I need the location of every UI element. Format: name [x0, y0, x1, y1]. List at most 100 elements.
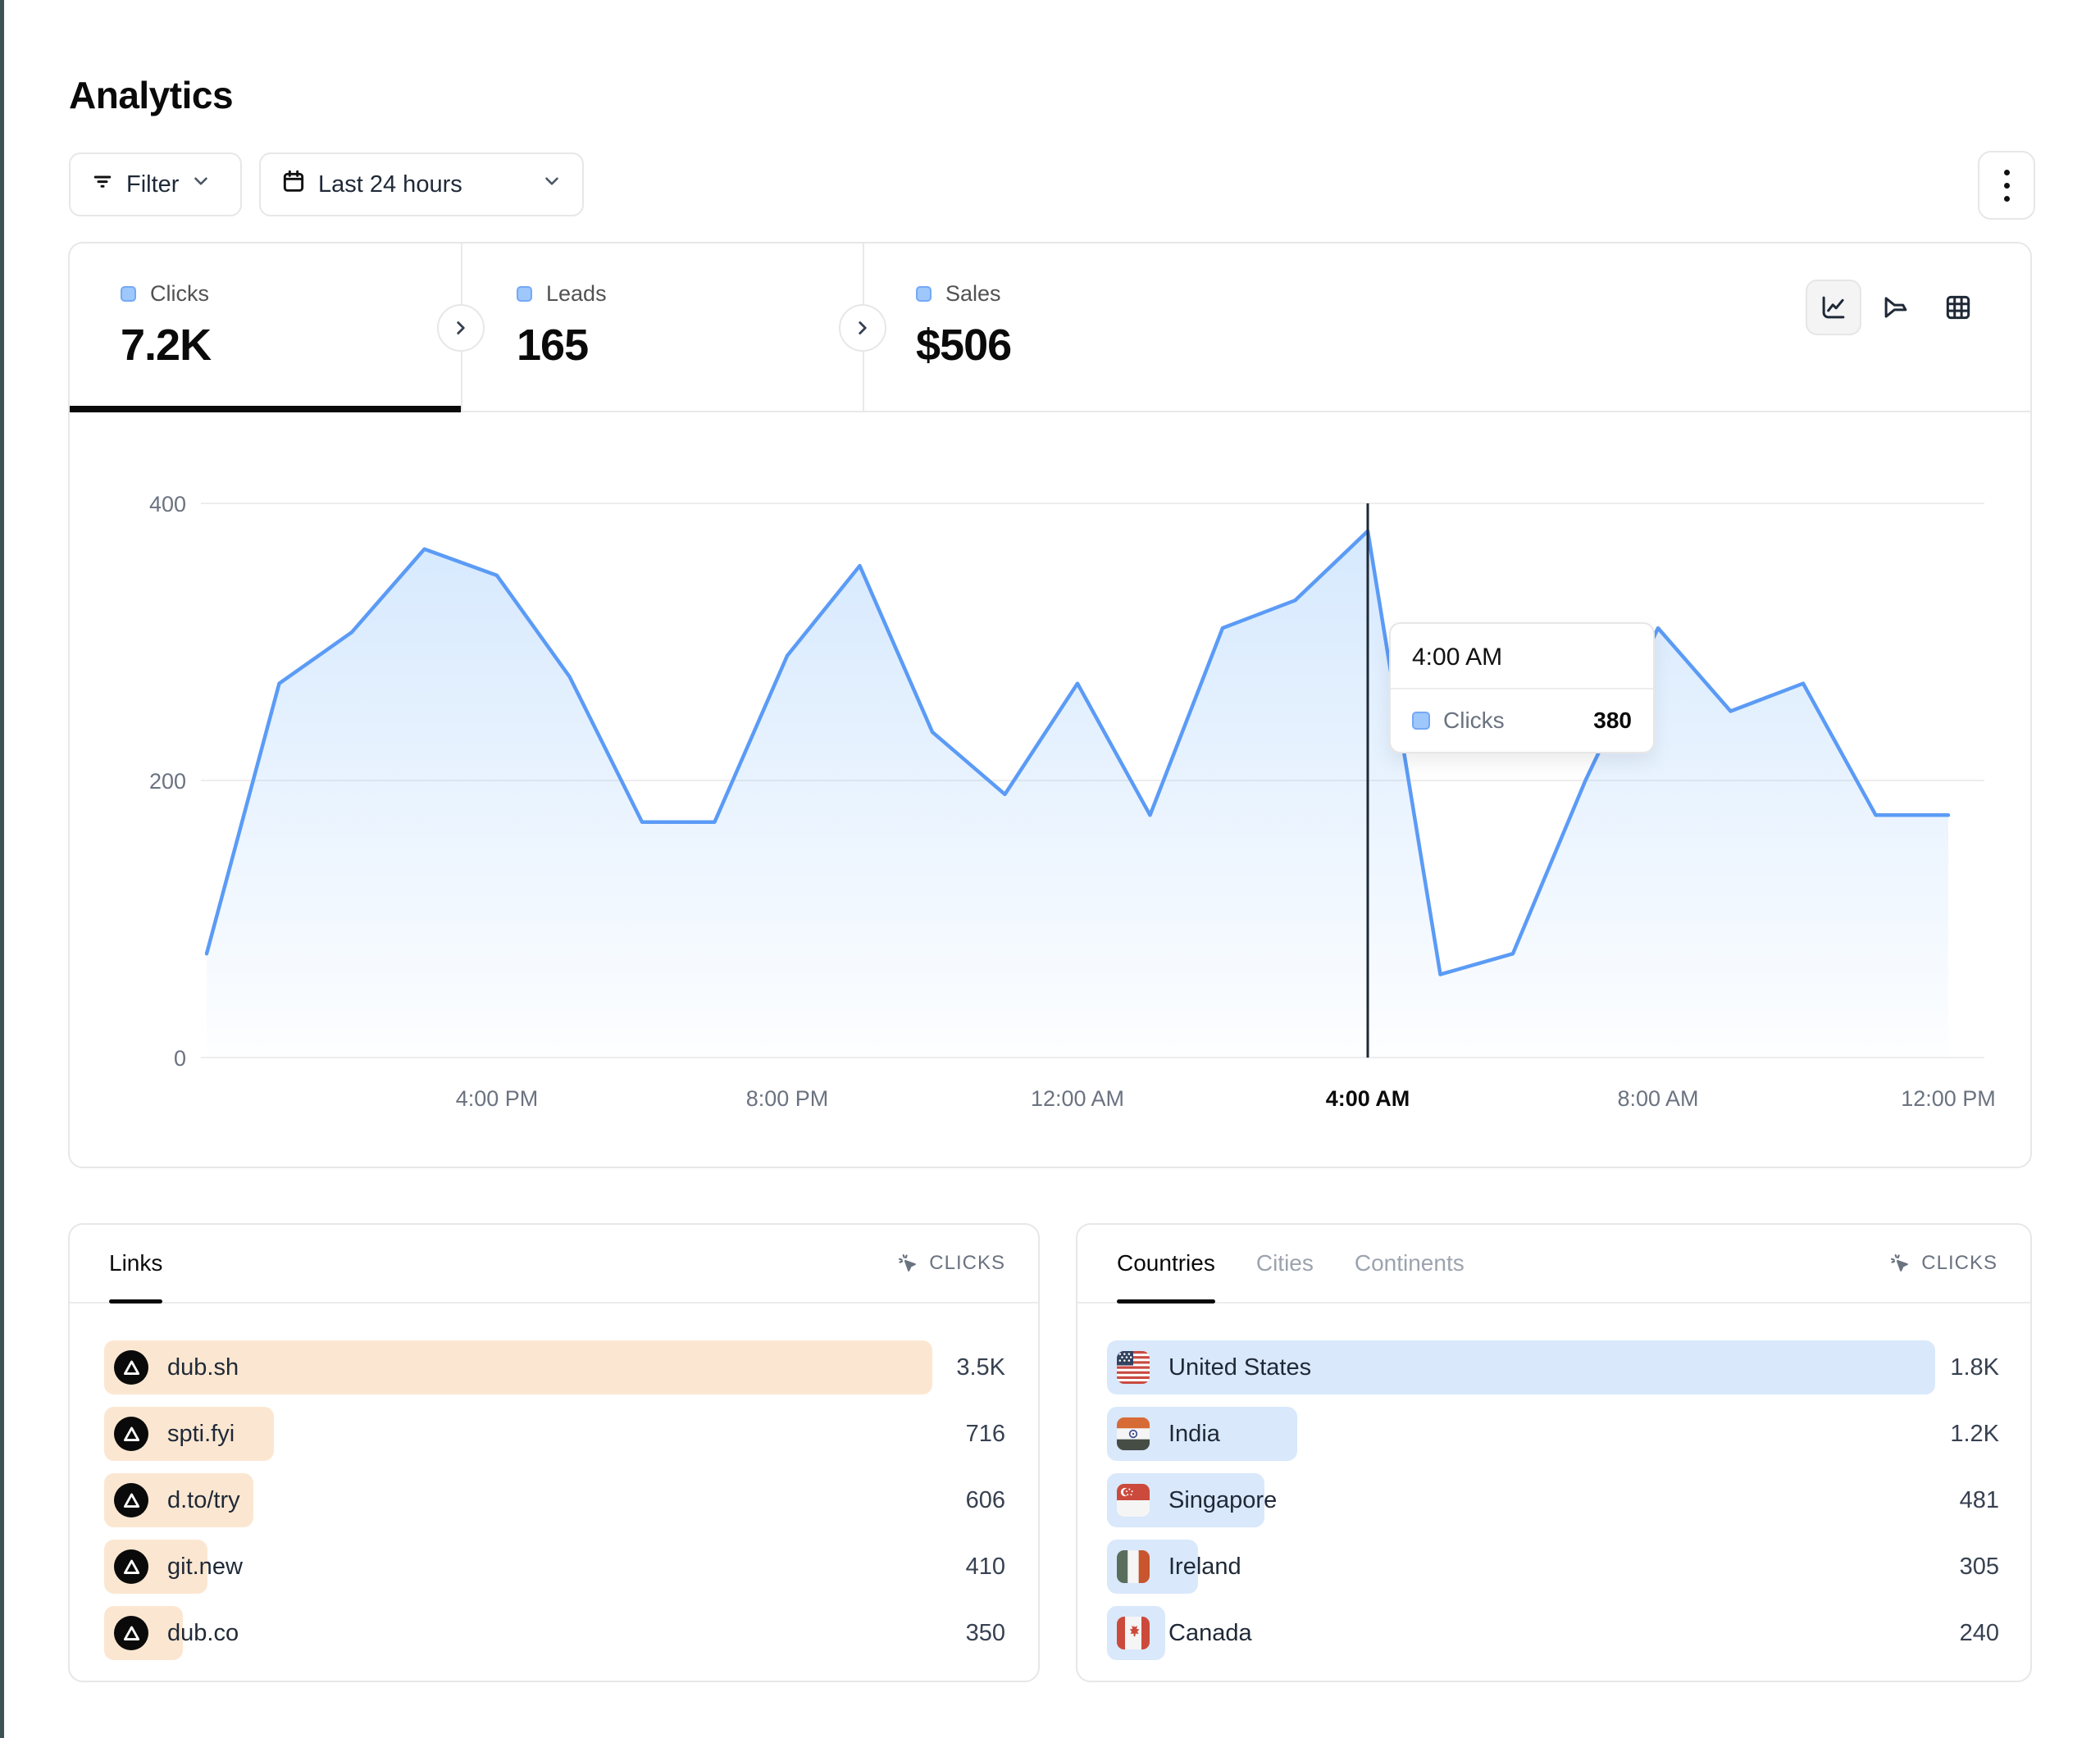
dub-logo-icon — [114, 1350, 148, 1385]
active-tab-underline — [70, 406, 461, 412]
country-flag-icon — [1117, 1617, 1150, 1649]
country-row[interactable]: United States 1.8K — [1107, 1340, 1999, 1394]
country-label: Ireland — [1168, 1554, 1241, 1581]
tab-continents[interactable]: Continents — [1355, 1225, 1465, 1302]
analytics-card: Clicks 7.2K Leads 165 Sales $506 — [68, 242, 2032, 1168]
leads-value: 165 — [517, 320, 863, 371]
link-clicks-value: 606 — [966, 1473, 1005, 1527]
y-tick-label: 0 — [174, 1046, 186, 1071]
link-clicks-value: 716 — [966, 1407, 1005, 1461]
tab-links[interactable]: Links — [109, 1225, 162, 1302]
country-row[interactable]: Singapore 481 — [1107, 1473, 1999, 1527]
dub-logo-icon — [114, 1417, 148, 1451]
country-clicks-value: 240 — [1960, 1606, 1999, 1660]
more-options-button[interactable] — [1978, 151, 2035, 220]
x-tick-label: 12:00 AM — [1031, 1086, 1124, 1111]
link-row[interactable]: dub.sh 3.5K — [104, 1340, 1005, 1394]
cursor-click-icon — [1888, 1252, 1911, 1275]
tab-countries[interactable]: Countries — [1117, 1225, 1215, 1302]
expand-clicks-button[interactable] — [437, 304, 485, 352]
x-tick-label: 8:00 AM — [1617, 1086, 1698, 1111]
country-flag-icon — [1117, 1417, 1150, 1450]
page-title: Analytics — [69, 73, 233, 117]
clicks-chart[interactable]: 0 200 400 4:00 PM 8:00 PM 12:00 AM 4:00 AM 8:00… — [70, 412, 2032, 1170]
line-chart-icon — [1818, 292, 1849, 323]
analytics-page: Analytics Filter Last 24 hours — [0, 0, 2100, 1738]
link-label: dub.sh — [167, 1354, 239, 1381]
tab-sales[interactable]: Sales $506 — [863, 243, 1289, 412]
date-range-label: Last 24 hours — [318, 171, 462, 198]
sales-label: Sales — [945, 281, 1001, 307]
country-label: India — [1168, 1421, 1220, 1448]
country-row[interactable]: Canada 240 — [1107, 1606, 1999, 1660]
leads-legend-swatch — [517, 286, 532, 302]
link-row[interactable]: d.to/try 606 — [104, 1473, 1005, 1527]
tooltip-time: 4:00 AM — [1391, 624, 1653, 688]
leads-label: Leads — [546, 281, 607, 307]
funnel-icon — [1880, 292, 1911, 323]
funnel-view-button[interactable] — [1868, 280, 1924, 335]
tab-cities[interactable]: Cities — [1256, 1225, 1314, 1302]
country-flag-icon — [1117, 1484, 1150, 1517]
chevron-down-icon — [541, 171, 563, 198]
tooltip-value: 380 — [1593, 707, 1632, 734]
country-row[interactable]: Ireland 305 — [1107, 1540, 1999, 1594]
country-flag-icon — [1117, 1351, 1150, 1384]
y-tick-label: 400 — [149, 492, 186, 516]
filter-button[interactable]: Filter — [69, 152, 242, 216]
sales-value: $506 — [916, 320, 1289, 371]
link-clicks-value: 410 — [966, 1540, 1005, 1594]
link-clicks-value: 3.5K — [956, 1340, 1005, 1394]
links-metric[interactable]: CLICKS — [896, 1252, 1005, 1275]
links-panel: Links CLICKS dub.sh 3.5K — [68, 1223, 1040, 1682]
link-row[interactable]: spti.fyi 716 — [104, 1407, 1005, 1461]
filter-button-label: Filter — [126, 171, 179, 198]
links-panel-header: Links CLICKS — [70, 1225, 1038, 1304]
countries-panel: Countries Cities Continents CLICKS Unite… — [1076, 1223, 2032, 1682]
country-label: Singapore — [1168, 1487, 1277, 1514]
dub-logo-icon — [114, 1549, 148, 1584]
link-row[interactable]: git.new 410 — [104, 1540, 1005, 1594]
link-label: d.to/try — [167, 1487, 240, 1514]
chart-tooltip: 4:00 AM Clicks 380 — [1389, 622, 1655, 753]
tab-leads[interactable]: Leads 165 — [461, 243, 863, 412]
dub-logo-icon — [114, 1483, 148, 1517]
date-range-button[interactable]: Last 24 hours — [259, 152, 584, 216]
link-label: git.new — [167, 1554, 243, 1581]
x-tick-label: 4:00 PM — [456, 1086, 539, 1111]
country-label: United States — [1168, 1354, 1311, 1381]
line-chart-view-button[interactable] — [1806, 280, 1861, 335]
link-clicks-value: 350 — [966, 1606, 1005, 1660]
country-flag-icon — [1117, 1550, 1150, 1583]
countries-list: United States 1.8K India 1.2K Singapore … — [1077, 1340, 2030, 1660]
country-clicks-value: 1.2K — [1950, 1407, 1999, 1461]
clicks-value: 7.2K — [121, 320, 461, 371]
chevron-down-icon — [190, 171, 212, 198]
tooltip-series-label: Clicks — [1443, 707, 1505, 734]
stats-row: Clicks 7.2K Leads 165 Sales $506 — [70, 243, 2030, 412]
table-grid-icon — [1943, 292, 1974, 323]
countries-metric-label: CLICKS — [1921, 1252, 1998, 1275]
x-tick-label: 8:00 PM — [746, 1086, 829, 1111]
kebab-icon — [2004, 170, 2010, 175]
links-list: dub.sh 3.5K spti.fyi 716 d.to/try 606 — [70, 1340, 1038, 1660]
clicks-legend-swatch — [1412, 712, 1430, 730]
country-clicks-value: 1.8K — [1950, 1340, 1999, 1394]
chart-view-toggle — [1806, 280, 1986, 335]
expand-leads-button[interactable] — [839, 304, 886, 352]
dub-logo-icon — [114, 1616, 148, 1650]
table-view-button[interactable] — [1930, 280, 1986, 335]
countries-panel-header: Countries Cities Continents CLICKS — [1077, 1225, 2030, 1304]
clicks-legend-swatch — [121, 286, 136, 302]
cursor-click-icon — [896, 1252, 919, 1275]
tab-clicks[interactable]: Clicks 7.2K — [70, 243, 461, 412]
x-tick-label: 4:00 AM — [1326, 1086, 1410, 1111]
country-clicks-value: 481 — [1960, 1473, 1999, 1527]
links-metric-label: CLICKS — [929, 1252, 1005, 1275]
country-row[interactable]: India 1.2K — [1107, 1407, 1999, 1461]
calendar-icon — [280, 168, 307, 201]
x-tick-label: 12:00 PM — [1901, 1086, 1996, 1111]
link-row[interactable]: dub.co 350 — [104, 1606, 1005, 1660]
countries-metric[interactable]: CLICKS — [1888, 1252, 1998, 1275]
y-tick-label: 200 — [149, 769, 186, 794]
